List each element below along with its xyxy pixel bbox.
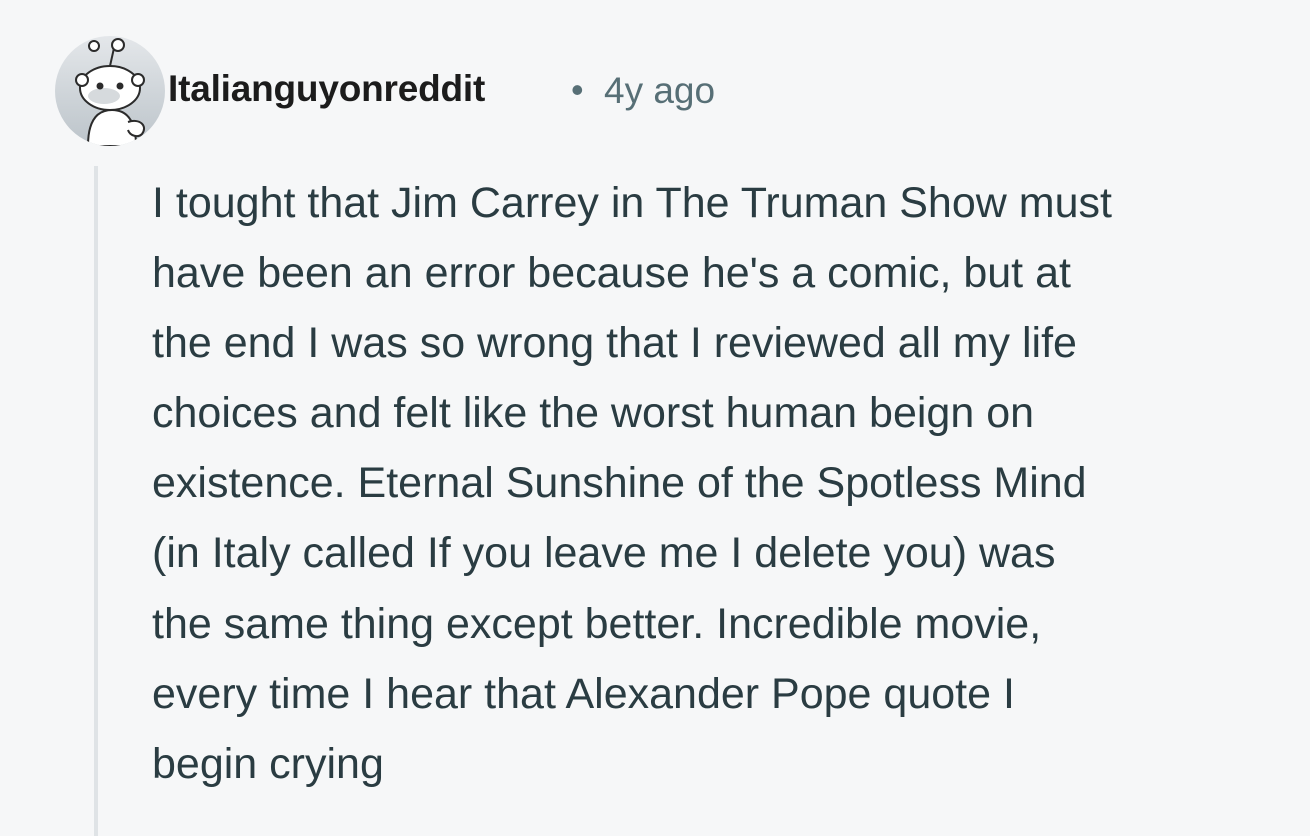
user-avatar[interactable] <box>54 36 166 146</box>
comment-body-line: I tought that Jim Carrey in The Truman S… <box>152 179 1112 227</box>
comment-body-line: the same thing except better. Incredible… <box>152 599 1042 648</box>
comment-body-line: have been an error because he's a comic,… <box>152 249 1071 298</box>
comment: Italianguyonreddit • 4y ago I tought tha… <box>0 0 1310 836</box>
comment-author[interactable]: Italianguyonreddit <box>168 68 485 110</box>
comment-timestamp[interactable]: 4y ago <box>604 70 715 112</box>
thread-collapse-line[interactable] <box>94 166 98 836</box>
comment-body-line: existence. Eternal Sunshine of the Spotl… <box>152 459 1087 508</box>
comment-body-line: the end I was so wrong that I reviewed a… <box>152 319 1077 368</box>
comment-body-line: choices and felt like the worst human be… <box>152 389 1035 438</box>
meta-separator: • <box>571 69 584 110</box>
comment-body-line: begin crying <box>152 739 384 788</box>
comment-body-line: (in Italy called If you leave me I delet… <box>152 529 1056 578</box>
comment-body-line: every time I hear that Alexander Pope qu… <box>152 669 1015 718</box>
comment-body: I tought that Jim Carrey in The Truman S… <box>152 168 1302 799</box>
snoo-avatar-icon <box>55 36 165 146</box>
